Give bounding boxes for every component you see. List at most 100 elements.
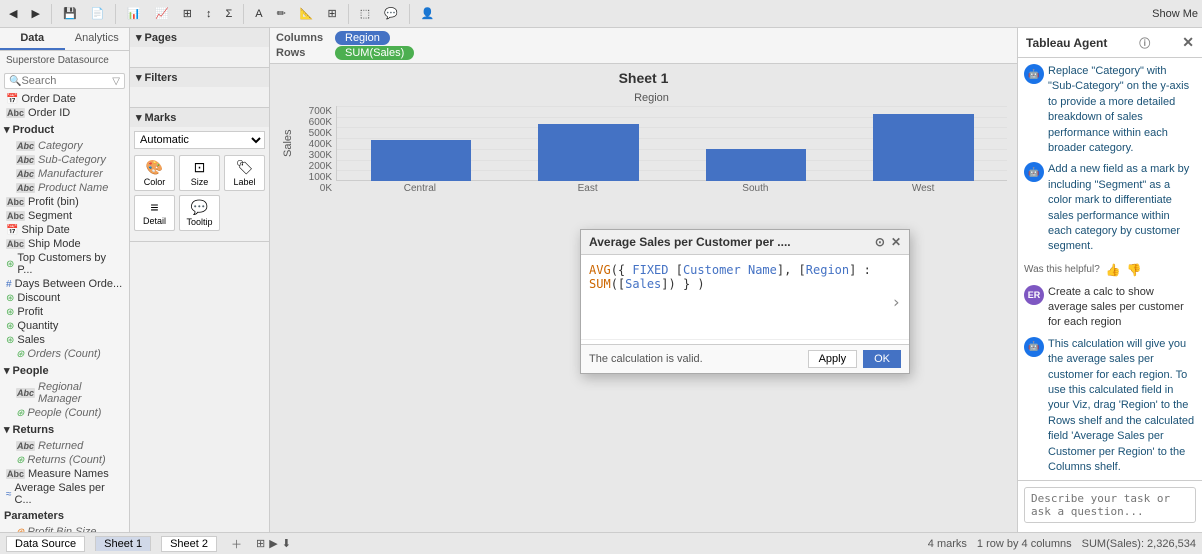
x-labels: Central East South West: [336, 183, 1007, 194]
agent-button[interactable]: 👤: [416, 4, 440, 23]
bar-east[interactable]: [538, 124, 639, 181]
search-input[interactable]: [21, 75, 112, 87]
agent-info-icon[interactable]: ⓘ: [1139, 35, 1150, 51]
field-returns-count-label: Returns (Count): [27, 454, 105, 466]
filters-chevron: ▾: [136, 71, 142, 84]
tooltip-button2[interactable]: 💬 Tooltip: [179, 195, 220, 231]
field-sales[interactable]: ⊛ Sales: [0, 333, 129, 347]
abc-icon4: Abc: [16, 169, 35, 179]
tab-analytics[interactable]: Analytics: [65, 28, 130, 50]
dialog-close-icon[interactable]: ✕: [891, 235, 901, 249]
scroll-right-icon[interactable]: ›: [891, 292, 901, 311]
people-section[interactable]: ▾ People: [0, 361, 129, 380]
sales-pill[interactable]: SUM(Sales): [335, 46, 414, 60]
product-chevron: ▾: [4, 123, 10, 136]
user-message: Create a calc to show average sales per …: [1048, 285, 1196, 331]
edit-button[interactable]: ✏: [272, 4, 291, 23]
thumbdown-1[interactable]: 👎: [1127, 263, 1142, 277]
field-returns-count[interactable]: ⊛ Returns (Count): [0, 453, 129, 467]
size-button[interactable]: ⊡ Size: [179, 155, 220, 191]
field-ship-mode[interactable]: Abc Ship Mode: [0, 237, 129, 251]
sheet2-tab[interactable]: Sheet 2: [161, 536, 217, 552]
new-button[interactable]: 📄: [86, 4, 110, 23]
table-button[interactable]: ⊞: [178, 4, 197, 23]
field-sub-category[interactable]: Abc Sub-Category: [0, 153, 129, 167]
presentation-icon[interactable]: ▶: [269, 537, 277, 550]
field-people-count[interactable]: ⊛ People (Count): [0, 406, 129, 420]
tooltip-button[interactable]: 💬: [379, 4, 403, 23]
field-product-name[interactable]: Abc Product Name: [0, 181, 129, 195]
forward-button[interactable]: ▶: [26, 4, 44, 23]
ok-button[interactable]: OK: [863, 350, 901, 368]
agent-messages: 🤖 Replace "Category" with "Sub-Category"…: [1018, 58, 1202, 480]
filter-icon[interactable]: ▽: [112, 76, 120, 87]
marks-type-select[interactable]: Automatic: [134, 131, 265, 149]
field-orders-count[interactable]: ⊛ Orders (Count): [0, 347, 129, 361]
agent-close-button[interactable]: ✕: [1182, 34, 1194, 51]
field-returned[interactable]: Abc Returned: [0, 439, 129, 453]
color-button[interactable]: 🎨 Color: [134, 155, 175, 191]
field-regional-manager[interactable]: Abc Regional Manager: [0, 380, 129, 406]
add-sheet-button[interactable]: ＋: [227, 535, 246, 553]
tab-data[interactable]: Data: [0, 28, 65, 50]
sheet1-tab[interactable]: Sheet 1: [95, 536, 151, 551]
format-button[interactable]: 📐: [295, 4, 319, 23]
column-chart-button[interactable]: 📈: [150, 4, 174, 23]
layout-button[interactable]: ⬚: [355, 4, 375, 23]
datasource-label[interactable]: Superstore Datasource: [0, 51, 129, 70]
marks-type-selector[interactable]: Automatic: [134, 131, 265, 149]
detail-button[interactable]: ≡ Detail: [134, 195, 175, 231]
data-fields-list: 📅 Order Date Abc Order ID ▾ Product Abc …: [0, 92, 129, 532]
separator4: [348, 4, 349, 24]
field-order-id[interactable]: Abc Order ID: [0, 106, 129, 120]
layout-icon[interactable]: ⊞: [256, 537, 265, 550]
save-button[interactable]: 💾: [58, 4, 82, 23]
bar-chart-button[interactable]: 📊: [122, 4, 146, 23]
download-icon[interactable]: ⬇: [282, 537, 291, 550]
dialog-restore-icon[interactable]: ⊙: [875, 235, 885, 249]
show-me-button[interactable]: Show Me: [1152, 8, 1198, 20]
rows-label: Rows: [276, 47, 331, 59]
marks-header[interactable]: ▾ Marks: [130, 108, 269, 127]
bar-central[interactable]: [371, 140, 472, 181]
field-discount[interactable]: ⊛ Discount: [0, 291, 129, 305]
highlight-button[interactable]: A: [250, 5, 267, 23]
filters-header[interactable]: ▾ Filters: [130, 68, 269, 87]
product-section[interactable]: ▾ Product: [0, 120, 129, 139]
label-button[interactable]: 🏷 Label: [224, 155, 265, 191]
parameters-section[interactable]: Parameters: [0, 507, 129, 525]
data-source-tab[interactable]: Data Source: [6, 536, 85, 552]
returns-section[interactable]: ▾ Returns: [0, 420, 129, 439]
field-avg-sales[interactable]: ≈ Average Sales per C...: [0, 481, 129, 507]
apply-button[interactable]: Apply: [808, 350, 858, 368]
field-ship-date[interactable]: 📅 Ship Date: [0, 223, 129, 237]
back-button[interactable]: ◀: [4, 4, 22, 23]
calc-footer: The calculation is valid. Apply OK: [581, 344, 909, 373]
bars-flex: [337, 106, 1007, 181]
sort-button[interactable]: ↕: [201, 5, 217, 23]
abc-icon7: Abc: [6, 211, 25, 221]
discount-icon: ⊛: [6, 293, 14, 304]
field-segment-label: Segment: [28, 210, 72, 222]
field-order-date[interactable]: 📅 Order Date: [0, 92, 129, 106]
field-profit[interactable]: ⊛ Profit: [0, 305, 129, 319]
agent-input[interactable]: [1024, 487, 1196, 523]
thumbup-1[interactable]: 👍: [1106, 263, 1121, 277]
columns-label: Columns: [276, 32, 331, 44]
sum-button[interactable]: Σ: [220, 5, 237, 23]
field-profit-bin[interactable]: Abc Profit (bin): [0, 195, 129, 209]
bar-west[interactable]: [873, 114, 974, 182]
pages-header[interactable]: ▾ Pages: [130, 28, 269, 47]
field-customer-name: Customer Name: [683, 263, 777, 277]
field-top-customers[interactable]: ⊛ Top Customers by P...: [0, 251, 129, 277]
field-days-between[interactable]: # Days Between Orde...: [0, 277, 129, 291]
field-manufacturer[interactable]: Abc Manufacturer: [0, 167, 129, 181]
region-pill[interactable]: Region: [335, 31, 390, 45]
field-segment[interactable]: Abc Segment: [0, 209, 129, 223]
field-measure-names[interactable]: Abc Measure Names: [0, 467, 129, 481]
bar-south[interactable]: [706, 149, 807, 181]
field-profit-bin-size[interactable]: ⊛ Profit Bin Size: [0, 525, 129, 532]
field-category[interactable]: Abc Category: [0, 139, 129, 153]
field-quantity[interactable]: ⊛ Quantity: [0, 319, 129, 333]
grid-button[interactable]: ⊞: [323, 4, 342, 23]
